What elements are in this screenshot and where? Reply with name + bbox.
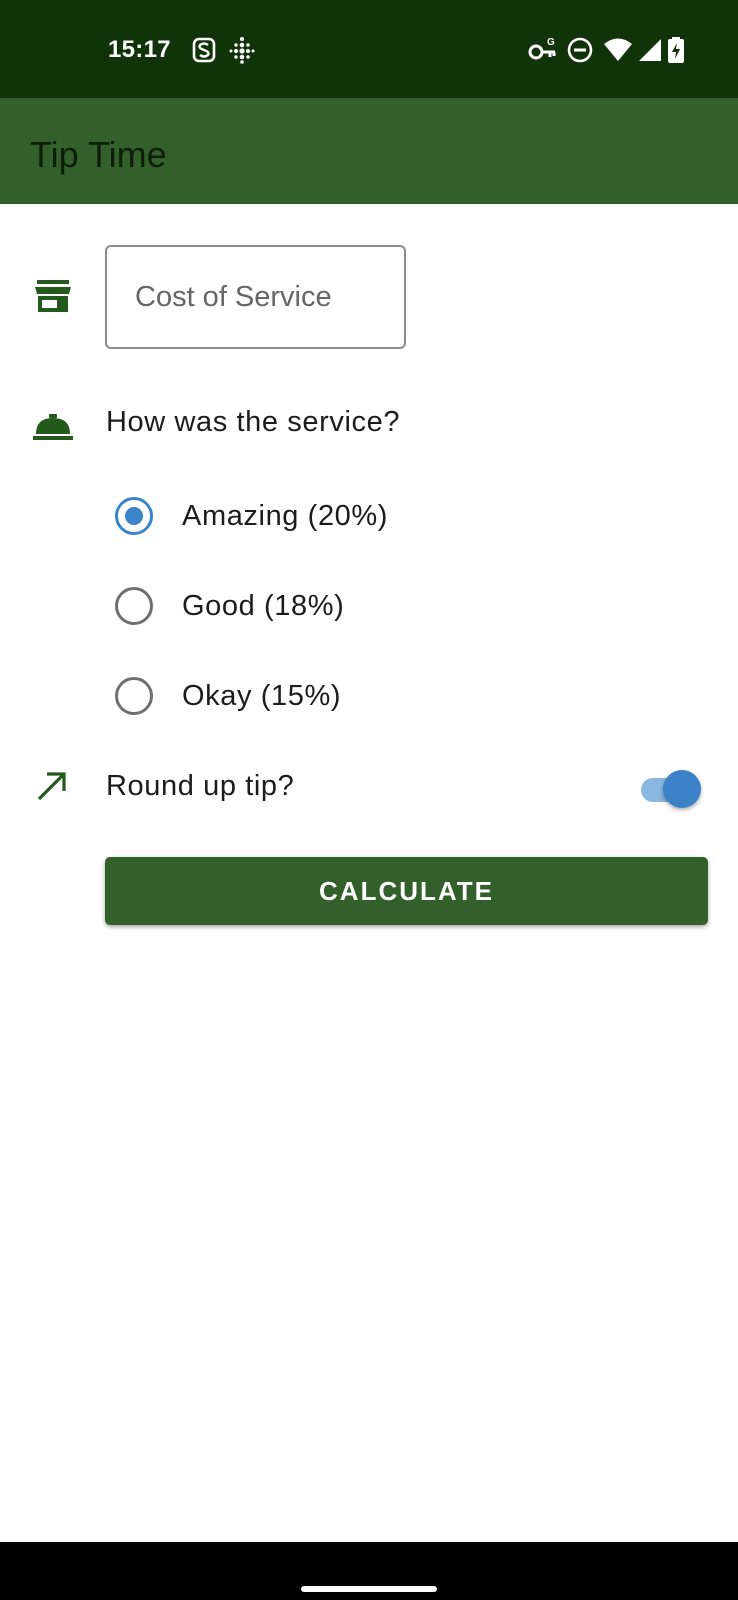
radio-button-selected[interactable] [115, 497, 153, 535]
svg-text:G: G [547, 37, 555, 48]
storefront-icon [35, 280, 71, 312]
tip-option-okay[interactable]: Okay (15%) [115, 666, 535, 726]
radio-button[interactable] [115, 677, 153, 715]
calculate-button[interactable]: CALCULATE [105, 857, 708, 925]
home-gesture-handle[interactable] [301, 1586, 437, 1592]
tip-option-label: Good (18%) [182, 589, 345, 622]
radio-button[interactable] [115, 587, 153, 625]
wifi-icon [604, 38, 632, 61]
room-service-icon [33, 414, 73, 440]
status-time: 15:17 [108, 36, 171, 63]
app-title: Tip Time [30, 134, 167, 175]
battery-charging-icon [668, 37, 684, 63]
service-question-label: How was the service? [106, 406, 401, 438]
cell-signal-icon [639, 39, 661, 61]
notification-s-icon [192, 37, 216, 63]
tip-option-label: Okay (15%) [182, 679, 342, 712]
tip-option-amazing[interactable]: Amazing (20%) [115, 486, 535, 546]
tip-option-good[interactable]: Good (18%) [115, 576, 535, 636]
cost-of-service-input[interactable] [105, 245, 406, 349]
vpn-key-icon: G [528, 37, 556, 60]
round-up-tip-label: Round up tip? [106, 770, 295, 802]
trending-up-icon [37, 772, 66, 801]
do-not-disturb-icon [567, 37, 593, 63]
switch-thumb[interactable] [663, 770, 701, 808]
round-up-tip-switch[interactable] [641, 768, 703, 812]
status-bar: 15:17 G [0, 0, 738, 98]
fitbit-icon [229, 37, 255, 64]
tip-option-label: Amazing (20%) [182, 499, 389, 532]
